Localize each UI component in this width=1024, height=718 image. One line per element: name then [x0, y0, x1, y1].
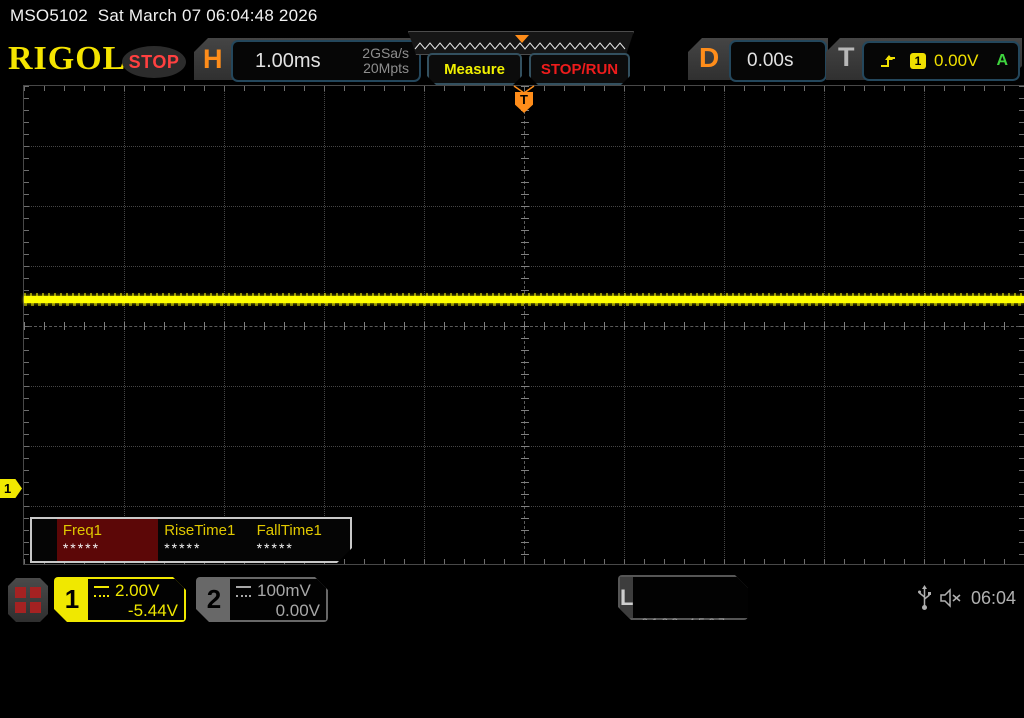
measurement-results-box: Freq1 ***** RiseTime1 ***** FallTime1 **… — [30, 517, 352, 563]
channel1-status-panel[interactable]: 1 2.00V -5.44V — [54, 577, 186, 622]
delay-settings[interactable]: 0.00s — [729, 40, 827, 82]
channel2-status-panel[interactable]: 2 100mV 0.00V — [196, 577, 328, 622]
edge-trigger-icon — [881, 55, 895, 67]
waveform-display-area[interactable]: T — [23, 85, 1024, 565]
ch1-ground-level-marker[interactable]: 1 — [0, 479, 22, 498]
measurement-value: ***** — [62, 540, 101, 556]
horizontal-settings[interactable]: 1.00ms 2GSa/s 20Mpts — [231, 40, 421, 82]
timebase-value: 1.00ms — [255, 49, 321, 72]
speaker-muted-icon[interactable] — [939, 588, 963, 608]
rigol-logo: RIGOL — [8, 40, 127, 77]
logic-label: L — [620, 577, 633, 618]
measurement-value: ***** — [164, 540, 202, 556]
logic-channels-row2: 8 9 10 11 12 13 14 15 — [641, 668, 753, 681]
measurement-spacer — [32, 519, 57, 561]
measurement-label: Freq1 — [62, 522, 103, 539]
channel1-values: 2.00V -5.44V — [88, 579, 184, 620]
measurement-label: FallTime1 — [256, 522, 322, 539]
logic-channels-panel[interactable]: L 0 1 2 3 4 5 6 7 8 9 10 11 12 13 14 15 — [618, 575, 748, 620]
trigger-mode-auto: A — [996, 52, 1008, 69]
measurement-label: RiseTime1 — [164, 522, 236, 539]
run-state-indicator[interactable]: STOP — [122, 46, 186, 78]
channel1-offset: -5.44V — [127, 601, 178, 620]
delay-label: D — [699, 42, 720, 73]
sample-rate: 2GSa/s — [362, 44, 409, 61]
acquisition-info: 2GSa/s 20Mpts — [362, 44, 409, 77]
trigger-label: T — [838, 42, 855, 72]
trigger-source-badge: 1 — [910, 53, 926, 69]
measurement-value: ***** — [256, 540, 294, 556]
status-icons: 06:04 — [917, 585, 1016, 611]
grid-icon — [15, 587, 41, 613]
logic-channel-list: 0 1 2 3 4 5 6 7 8 9 10 11 12 13 14 15 — [633, 577, 752, 618]
menu-grid-button[interactable] — [8, 578, 48, 622]
delay-value: 0.00s — [747, 50, 794, 71]
horizontal-label: H — [203, 44, 223, 74]
model-and-datetime: MSO5102 Sat March 07 06:04:48 2026 — [10, 6, 318, 25]
stop-run-button[interactable]: STOP/RUN — [529, 53, 630, 85]
channel1-scale: 2.00V — [115, 581, 160, 600]
memory-depth: 20Mpts — [363, 60, 409, 76]
ch1-waveform-trace[interactable] — [24, 293, 1024, 306]
channel2-values: 100mV 0.00V — [230, 579, 326, 620]
channel2-scale: 100mV — [257, 581, 311, 600]
measurement-item-freq1[interactable]: Freq1 ***** — [57, 519, 158, 561]
measurement-item-falltime1[interactable]: FallTime1 ***** — [251, 519, 350, 561]
clock: 06:04 — [970, 587, 1016, 608]
usb-icon[interactable] — [917, 585, 931, 611]
channel2-offset: 0.00V — [275, 601, 320, 620]
preview-trigger-position-icon[interactable] — [515, 35, 529, 43]
trigger-level-value: 0.00V — [934, 51, 979, 70]
channel2-number: 2 — [206, 584, 222, 614]
oscilloscope-screen: MSO5102 Sat March 07 06:04:48 2026 RIGOL… — [0, 0, 1024, 630]
dc-coupling-icon — [94, 586, 109, 597]
trigger-settings[interactable]: 1 0.00V A — [862, 41, 1020, 81]
dc-coupling-icon — [236, 586, 251, 597]
channel1-number: 1 — [64, 584, 80, 614]
measurement-item-risetime1[interactable]: RiseTime1 ***** — [158, 519, 250, 561]
trigger-position-marker[interactable]: T — [515, 92, 533, 113]
waveform-preview-bar[interactable] — [408, 31, 634, 55]
graticule-ticks-center-vertical — [521, 86, 529, 564]
measure-button[interactable]: Measure — [427, 53, 522, 85]
